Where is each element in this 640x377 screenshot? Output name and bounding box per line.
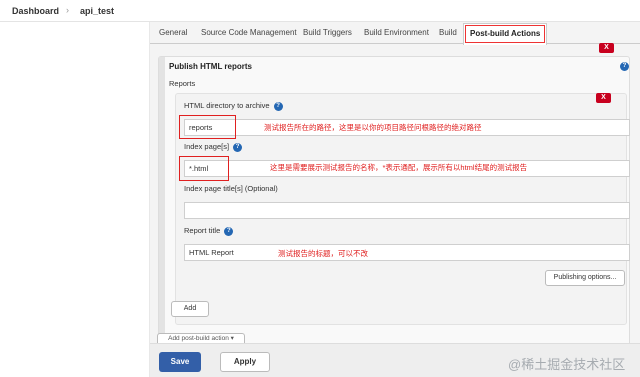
highlight-box (179, 156, 229, 181)
save-button[interactable]: Save (159, 352, 201, 372)
index-page-label-text: Index page[s] (184, 142, 230, 151)
config-main: General Source Code Management Build Tri… (150, 22, 640, 377)
highlight-box (179, 115, 236, 139)
reports-label: Reports (169, 79, 196, 88)
breadcrumb-separator: › (66, 5, 69, 15)
breadcrumb-dashboard[interactable]: Dashboard (12, 6, 59, 16)
publishing-options-button[interactable]: Publishing options... (545, 270, 625, 286)
html-dir-label-text: HTML directory to archive (184, 101, 270, 110)
report-title-input[interactable]: HTML Report (184, 244, 630, 261)
index-page-label: Index page[s]? (184, 142, 243, 152)
index-title-input[interactable] (184, 202, 630, 219)
tab-build[interactable]: Build (439, 28, 457, 37)
watermark: @稀土掘金技术社区 (508, 357, 626, 372)
tab-build-triggers[interactable]: Build Triggers (303, 28, 352, 37)
html-dir-annotation: 测试报告所在的路径，这里是以你的项目路径问根路径的绝对路径 (264, 123, 482, 132)
help-icon[interactable]: ? (273, 101, 283, 111)
tab-source-code-management[interactable]: Source Code Management (201, 28, 297, 37)
bottom-action-bar: Save Apply @稀土掘金技术社区 (150, 343, 640, 377)
report-item-close-button[interactable]: X (596, 93, 611, 103)
add-button[interactable]: Add (171, 301, 209, 317)
section-help-icon[interactable]: ? (620, 62, 629, 71)
tab-post-build-actions[interactable]: Post-build Actions (463, 23, 548, 45)
tab-build-environment[interactable]: Build Environment (364, 28, 429, 37)
breadcrumb: Dashboard › api_test (0, 0, 640, 22)
report-title-label-text: Report title (184, 226, 221, 235)
report-item: X HTML directory to archive? reports 测试报… (175, 93, 630, 325)
index-page-annotation: 这里是需要展示测试报告的名称，*表示通配，展示所有以html结尾的测试报告 (270, 163, 528, 172)
section-title: Publish HTML reports (169, 62, 252, 71)
html-dir-label: HTML directory to archive? (184, 101, 283, 111)
tab-general[interactable]: General (159, 28, 187, 37)
publish-html-reports-section: Publish HTML reports ? X Reports X HTML … (158, 43, 630, 347)
report-title-label: Report title? (184, 226, 234, 236)
help-icon[interactable]: ? (224, 226, 234, 236)
breadcrumb-job[interactable]: api_test (80, 6, 114, 16)
left-pane (0, 22, 150, 377)
section-close-button[interactable]: X (599, 43, 614, 53)
report-title-annotation: 测试报告的标题，可以不改 (278, 249, 368, 258)
drag-handle[interactable] (159, 57, 165, 347)
index-title-label: Index page title[s] (Optional) (184, 184, 278, 193)
help-icon[interactable]: ? (233, 142, 243, 152)
config-tabs: General Source Code Management Build Tri… (150, 22, 640, 45)
apply-button[interactable]: Apply (220, 352, 270, 372)
